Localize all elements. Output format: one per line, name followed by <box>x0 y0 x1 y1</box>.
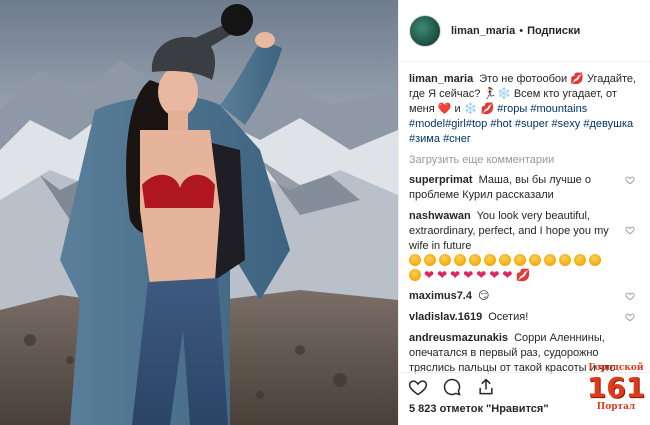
caption-username[interactable]: liman_maria <box>409 73 473 85</box>
hashtag-link[interactable]: #mountains <box>530 103 587 115</box>
separator-dot: • <box>519 24 524 37</box>
smiley-emoji-icon <box>424 254 436 267</box>
share-icon[interactable] <box>475 377 497 397</box>
heart-emoji-icon: ❤ <box>489 268 500 282</box>
hashtag-link[interactable]: #hot <box>490 118 511 130</box>
comment-username[interactable]: superprimat <box>409 174 473 186</box>
watermark-logo: Городской 161 Портал <box>584 363 648 421</box>
author-username[interactable]: liman_maria <box>451 25 515 37</box>
comment-username[interactable]: andreusmazunakis <box>409 332 508 344</box>
heart-emoji-icon: ❤ <box>476 268 487 282</box>
hashtag-link[interactable]: #снег <box>443 133 471 145</box>
hashtag-link[interactable]: #model <box>409 118 445 130</box>
hashtag-link[interactable]: #зима <box>409 133 440 145</box>
comment-item: vladislav.1619 Осетия! <box>409 310 643 325</box>
smiley-emoji-icon <box>409 254 421 267</box>
comment-username[interactable]: vladislav.1619 <box>409 311 482 323</box>
watermark-number: 161 <box>586 371 646 404</box>
load-more-comments-button[interactable]: Загрузить еще комментарии <box>409 154 643 166</box>
smiley-emoji-icon <box>499 254 511 267</box>
post-photo[interactable] <box>0 0 398 425</box>
smiley-emoji-icon <box>529 254 541 267</box>
smiley-emoji-icon <box>454 254 466 267</box>
like-comment-heart-icon[interactable] <box>625 175 635 185</box>
like-comment-heart-icon[interactable] <box>625 312 635 322</box>
smiley-emoji-icon <box>589 254 601 267</box>
smiley-emoji-icon <box>439 254 451 267</box>
heart-emoji-icon: ❤ <box>424 268 435 282</box>
smiley-emoji-icon <box>514 254 526 267</box>
avatar[interactable] <box>409 14 441 47</box>
post-side-panel: liman_maria • Подписки liman_maria Это н… <box>398 0 650 425</box>
smiley-emoji-icon <box>544 254 556 267</box>
comment-username[interactable]: maximus7.4 <box>409 290 472 302</box>
heart-emoji-icon: ❤ <box>463 268 474 282</box>
comment-item: superprimat Маша, вы бы лучше о проблеме… <box>409 173 643 203</box>
smiley-emoji-icon <box>409 269 421 281</box>
like-comment-heart-icon[interactable] <box>625 225 635 235</box>
mountain-portrait-image <box>0 0 398 425</box>
smiley-emoji-icon <box>469 254 481 267</box>
comment-item: nashwawan You look very beautiful, extra… <box>409 209 643 283</box>
comment-username[interactable]: nashwawan <box>409 210 471 222</box>
comments-list[interactable]: liman_maria Это не фотообои 💋 Угадайте, … <box>399 64 650 374</box>
post-caption: liman_maria Это не фотообои 💋 Угадайте, … <box>409 72 643 147</box>
hashtag-link[interactable]: #top <box>466 118 487 130</box>
speech-bubble-icon[interactable] <box>441 377 463 397</box>
likes-count[interactable]: 5 823 отметок "Нравится" <box>409 403 549 415</box>
following-button[interactable]: Подписки <box>527 25 580 37</box>
like-comment-heart-icon[interactable] <box>625 291 635 301</box>
smiley-emoji-icon <box>484 254 496 267</box>
hashtag-link[interactable]: #super <box>515 118 549 130</box>
heart-emoji-icon: ❤ <box>450 268 461 282</box>
post-header: liman_maria • Подписки <box>399 0 650 62</box>
hashtag-link[interactable]: #девушка <box>583 118 633 130</box>
comment-text: 😏 <box>478 289 490 302</box>
hashtag-link[interactable]: #sexy <box>552 118 581 130</box>
heart-emoji-icon: ❤ <box>437 268 448 282</box>
hashtag-link[interactable]: #girl <box>445 118 466 130</box>
heart-outline-icon[interactable] <box>407 377 429 397</box>
comment-text: Осетия! <box>488 310 529 323</box>
smiley-emoji-icon <box>559 254 571 267</box>
emoji-reactions: ❤ ❤ ❤ ❤ ❤ ❤ ❤ 💋 <box>409 254 617 283</box>
hashtag-link[interactable]: #горы <box>497 103 527 115</box>
comment-item: maximus7.4 😏 <box>409 289 643 304</box>
heart-emoji-icon: ❤ <box>502 268 513 282</box>
kiss-emoji-icon: 💋 <box>515 268 531 282</box>
instagram-post: liman_maria • Подписки liman_maria Это н… <box>0 0 650 425</box>
smiley-emoji-icon <box>574 254 586 267</box>
